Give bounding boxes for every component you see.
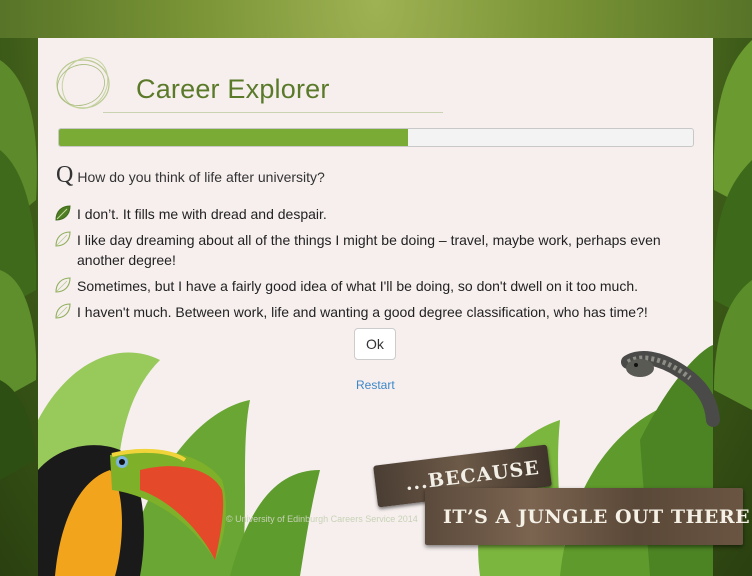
answer-label: I haven't much. Between work, life and w… (77, 304, 648, 320)
restart-link[interactable]: Restart (356, 378, 395, 392)
footer-copyright: © University of Edinburgh Careers Servic… (226, 514, 418, 524)
question-marker: Q (56, 162, 74, 188)
answer-label: I don’t. It fills me with dread and desp… (77, 206, 327, 222)
answer-option-2[interactable]: I like day dreaming about all of the thi… (54, 230, 684, 270)
answer-options: I don’t. It fills me with dread and desp… (54, 204, 684, 328)
title-divider (103, 112, 443, 113)
page-title: Career Explorer (136, 74, 330, 104)
header: Career Explorer (53, 54, 443, 114)
answer-label: Sometimes, but I have a fairly good idea… (77, 278, 638, 294)
answer-label: I like day dreaming about all of the thi… (77, 232, 661, 268)
leaf-outline-icon (54, 230, 72, 248)
leaf-outline-icon (54, 302, 72, 320)
sign-text-jungle: IT’S A JUNGLE OUT THERE (443, 506, 751, 528)
answer-option-1[interactable]: I don’t. It fills me with dread and desp… (54, 204, 684, 224)
swirl-logo-icon (56, 57, 110, 109)
leaf-filled-icon (54, 204, 72, 222)
question-text: How do you think of life after universit… (77, 169, 325, 185)
leaf-outline-icon (54, 276, 72, 294)
progress-fill (59, 129, 408, 146)
ok-button[interactable]: Ok (354, 328, 396, 360)
answer-option-4[interactable]: I haven't much. Between work, life and w… (54, 302, 684, 322)
question: Q How do you think of life after univers… (56, 162, 325, 189)
progress-bar (58, 128, 694, 147)
answer-option-3[interactable]: Sometimes, but I have a fairly good idea… (54, 276, 684, 296)
